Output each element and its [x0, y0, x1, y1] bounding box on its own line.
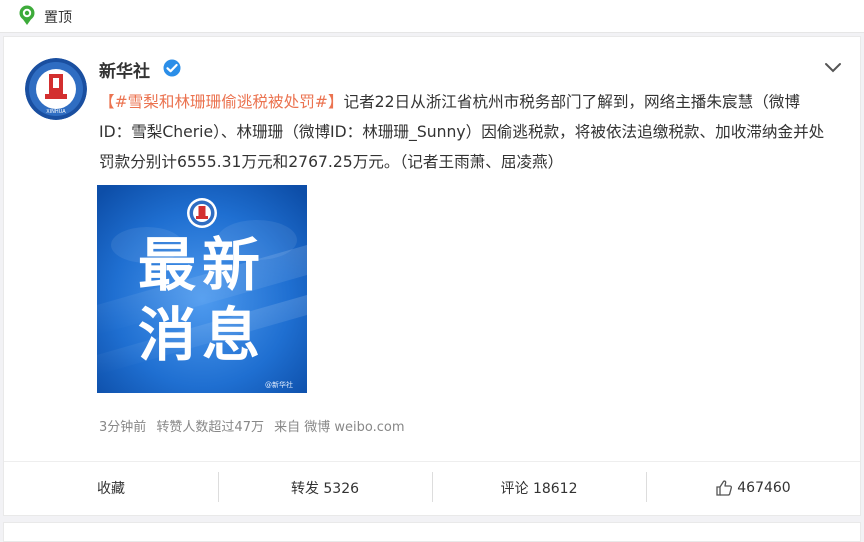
- action-bar: 收藏 转发 5326 评论 18612 467460: [4, 461, 860, 514]
- pinned-bar: 置顶: [0, 0, 864, 33]
- image-headline-line2: 消息: [138, 301, 266, 369]
- post-time[interactable]: 3分钟前: [99, 420, 146, 435]
- thumbs-up-icon: [716, 480, 733, 496]
- next-post-card: [3, 522, 861, 542]
- pin-icon: [19, 5, 35, 25]
- author-name[interactable]: 新华社: [99, 57, 150, 82]
- repost-button[interactable]: 转发 5326: [218, 462, 432, 514]
- news-image[interactable]: 最新 消息 @新华社: [97, 185, 307, 393]
- verified-icon: [162, 58, 182, 78]
- weibo-post-card: XINHUA 新华社 【#雪梨和林珊珊偷逃税被处罚#】记者22日从浙江省杭州市税…: [3, 36, 861, 516]
- topic-link[interactable]: #雪梨和林珊珊偷逃税被处罚#: [115, 93, 328, 111]
- post-meta: 3分钟前 转赞人数超过47万 来自 微博 weibo.com: [99, 416, 411, 435]
- repost-count-note: 转赞人数超过47万: [156, 420, 264, 435]
- image-headline-line1: 最新: [138, 231, 266, 299]
- topic-bracket-open: 【: [99, 93, 115, 111]
- topic-bracket-close: 】: [327, 93, 344, 111]
- like-count: 467460: [737, 480, 791, 496]
- comment-label: 评论 18612: [500, 481, 578, 497]
- like-button[interactable]: 467460: [646, 462, 860, 514]
- image-watermark: @新华社: [265, 380, 293, 389]
- pinned-label: 置顶: [44, 10, 72, 26]
- comment-button[interactable]: 评论 18612: [432, 462, 646, 514]
- avatar[interactable]: XINHUA: [25, 58, 87, 120]
- chevron-down-icon[interactable]: [824, 61, 842, 75]
- post-source[interactable]: 来自 微博 weibo.com: [274, 420, 404, 435]
- svg-text:XINHUA: XINHUA: [46, 109, 66, 115]
- favorite-button[interactable]: 收藏: [4, 462, 218, 514]
- favorite-label: 收藏: [97, 481, 125, 497]
- repost-label: 转发 5326: [290, 481, 360, 497]
- post-text: 【#雪梨和林珊珊偷逃税被处罚#】记者22日从浙江省杭州市税务部门了解到，网络主播…: [99, 87, 829, 177]
